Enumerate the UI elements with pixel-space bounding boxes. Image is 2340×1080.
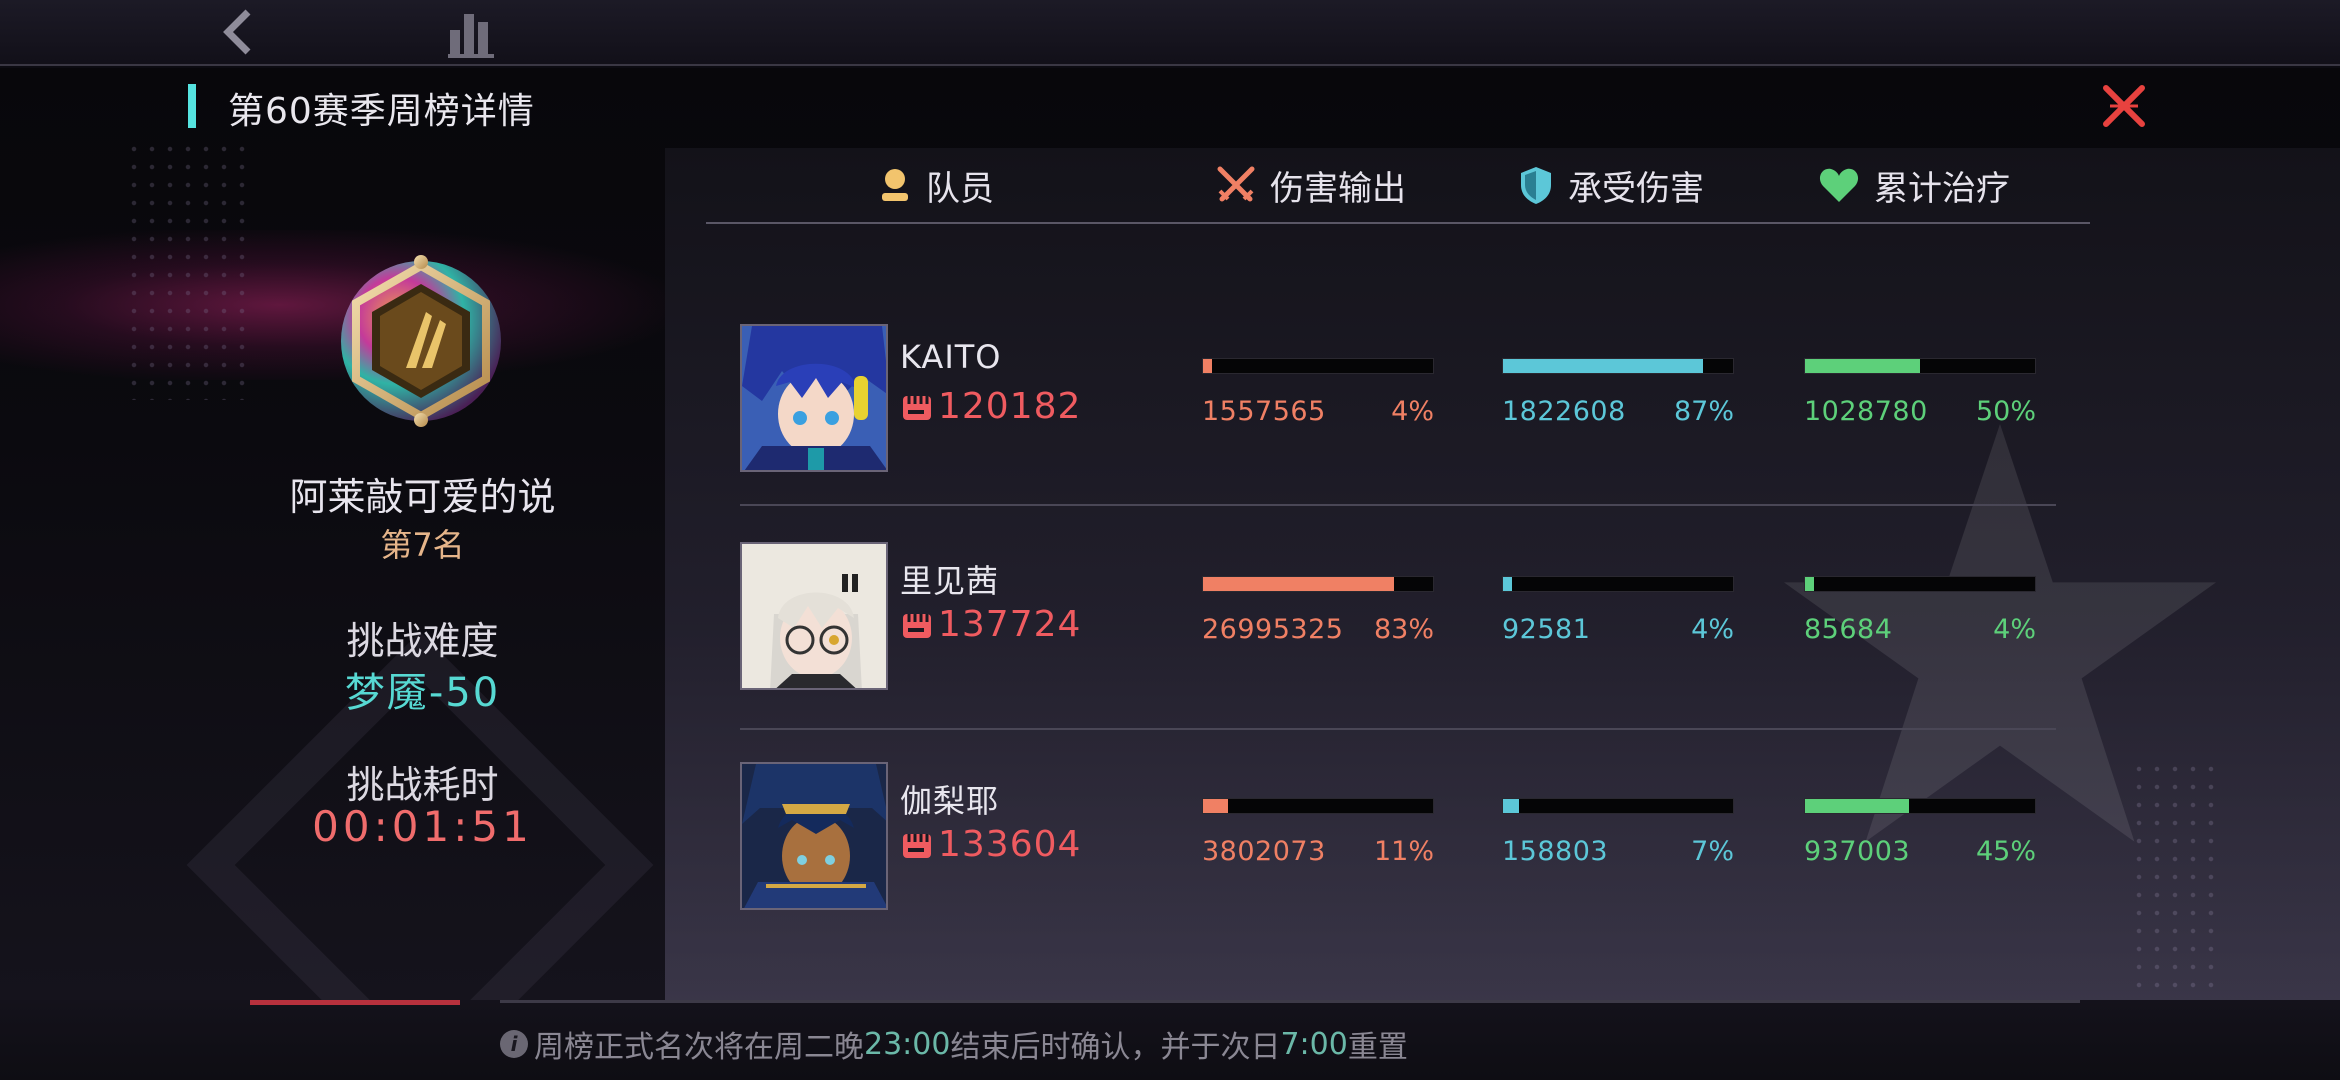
member-name: 伽梨耶	[900, 782, 1000, 820]
modal-title: 第60赛季周榜详情	[228, 91, 535, 132]
column-healing-label: 累计治疗	[1874, 168, 2010, 209]
back-arrow-icon[interactable]	[212, 6, 262, 58]
difficulty-label: 挑战难度	[346, 619, 499, 663]
time-value: 00:01:51	[312, 802, 533, 851]
player-rank: 第7名	[380, 526, 465, 564]
power-fist-icon	[903, 395, 931, 420]
player-name: 阿莱敲可爱的说	[289, 475, 556, 519]
member-name: KAITO	[900, 338, 1002, 376]
damage-taken-bar-fill	[1503, 359, 1703, 373]
healing-bar	[1804, 798, 2036, 814]
member-power: 120182	[900, 386, 1081, 427]
akane-avatar[interactable]	[740, 542, 888, 690]
member-power: 137724	[900, 604, 1081, 645]
notice-prefix: 周榜正式名次将在周二晚	[534, 1030, 864, 1065]
healing-bar	[1804, 576, 2036, 592]
column-damage-dealt: 伤害输出	[1216, 160, 1406, 210]
damage-dealt-bar	[1202, 798, 1434, 814]
damage-dealt-value: 3802073	[1202, 836, 1326, 867]
time-label: 挑战耗时	[346, 763, 499, 807]
healing-bar-fill	[1805, 799, 1909, 813]
kariye-portrait-icon	[742, 764, 886, 908]
column-damage-dealt-label: 伤害输出	[1270, 168, 1406, 209]
info-icon: i	[500, 1030, 528, 1058]
member-row[interactable]: 里见茜 137724 26995325 83% 92581 4% 85684 4…	[740, 542, 2056, 702]
bottom-divider	[500, 1000, 2080, 1003]
dots-decoration-right	[2130, 760, 2220, 990]
power-fist-icon	[903, 613, 931, 638]
notice-time-2: 7:00	[1280, 1026, 1348, 1062]
notice-time-1: 23:00	[864, 1026, 951, 1062]
damage-dealt-bar-fill	[1203, 359, 1212, 373]
kariye-avatar[interactable]	[740, 762, 888, 910]
column-healing: 累计治疗	[1818, 160, 2010, 210]
row-divider	[740, 504, 2056, 506]
healing-pct: 50%	[1975, 396, 2036, 427]
damage-taken-pct: 4%	[1691, 614, 1734, 645]
healing-value: 85684	[1804, 614, 1893, 645]
column-damage-taken: 承受伤害	[1518, 160, 1704, 210]
top-bar	[0, 0, 2340, 66]
damage-taken-bar	[1502, 576, 1734, 592]
damage-taken-bar	[1502, 358, 1734, 374]
kaito-portrait-icon	[742, 326, 886, 470]
reset-notice: i 周榜正式名次将在周二晚 23:00 结束后时确认，并于次日 7:00 重置	[500, 1024, 1408, 1065]
heart-icon	[1819, 168, 1859, 202]
damage-dealt-pct: 4%	[1391, 396, 1434, 427]
close-icon[interactable]	[2100, 82, 2148, 130]
damage-dealt-pct: 11%	[1373, 836, 1434, 867]
damage-taken-bar-fill	[1503, 799, 1519, 813]
damage-dealt-value: 26995325	[1202, 614, 1344, 645]
bottom-red-accent	[250, 1000, 460, 1005]
damage-taken-value: 92581	[1502, 614, 1591, 645]
notice-suffix: 重置	[1347, 1030, 1408, 1065]
damage-taken-bar-fill	[1503, 577, 1512, 591]
shield-icon	[1521, 167, 1551, 204]
member-power-value: 137724	[938, 604, 1082, 645]
damage-dealt-value: 1557565	[1202, 396, 1326, 427]
healing-bar-fill	[1805, 577, 1814, 591]
member-power-value: 120182	[938, 386, 1082, 427]
notice-middle: 结束后时确认，并于次日	[950, 1030, 1281, 1065]
home-icon[interactable]	[446, 4, 498, 60]
healing-bar-fill	[1805, 359, 1920, 373]
rank-badge-icon	[341, 255, 501, 427]
difficulty-value: 梦魇-50	[344, 670, 501, 716]
title-accent-bar	[188, 84, 196, 128]
dots-decoration	[125, 140, 255, 400]
healing-value: 937003	[1804, 836, 1911, 867]
member-row[interactable]: KAITO 120182 1557565 4% 1822608 87% 1028…	[740, 324, 2056, 484]
healing-bar	[1804, 358, 2036, 374]
healing-pct: 4%	[1993, 614, 2036, 645]
damage-dealt-bar	[1202, 576, 1434, 592]
column-damage-taken-label: 承受伤害	[1568, 168, 1704, 209]
damage-dealt-bar-fill	[1203, 799, 1228, 813]
damage-dealt-bar-fill	[1203, 577, 1394, 591]
healing-pct: 45%	[1975, 836, 2036, 867]
damage-taken-value: 1822608	[1502, 396, 1626, 427]
member-icon	[882, 169, 908, 201]
damage-taken-pct: 7%	[1691, 836, 1734, 867]
column-header-row: 队员 伤害输出 承受伤害 累计治疗	[706, 146, 2090, 222]
column-member-label: 队员	[926, 168, 994, 209]
member-power: 133604	[900, 824, 1081, 865]
damage-taken-bar	[1502, 798, 1734, 814]
power-fist-icon	[903, 833, 931, 858]
akane-portrait-icon	[742, 544, 886, 688]
kaito-avatar[interactable]	[740, 324, 888, 472]
member-name: 里见茜	[900, 562, 1000, 600]
row-divider	[740, 728, 2056, 730]
damage-dealt-pct: 83%	[1373, 614, 1434, 645]
column-member: 队员	[878, 160, 994, 210]
header-divider	[706, 222, 2090, 224]
crossed-swords-icon	[1217, 166, 1255, 202]
damage-dealt-bar	[1202, 358, 1434, 374]
healing-value: 1028780	[1804, 396, 1928, 427]
member-power-value: 133604	[938, 824, 1082, 865]
damage-taken-value: 158803	[1502, 836, 1609, 867]
damage-taken-pct: 87%	[1673, 396, 1734, 427]
member-row[interactable]: 伽梨耶 133604 3802073 11% 158803 7% 937003 …	[740, 762, 2056, 922]
